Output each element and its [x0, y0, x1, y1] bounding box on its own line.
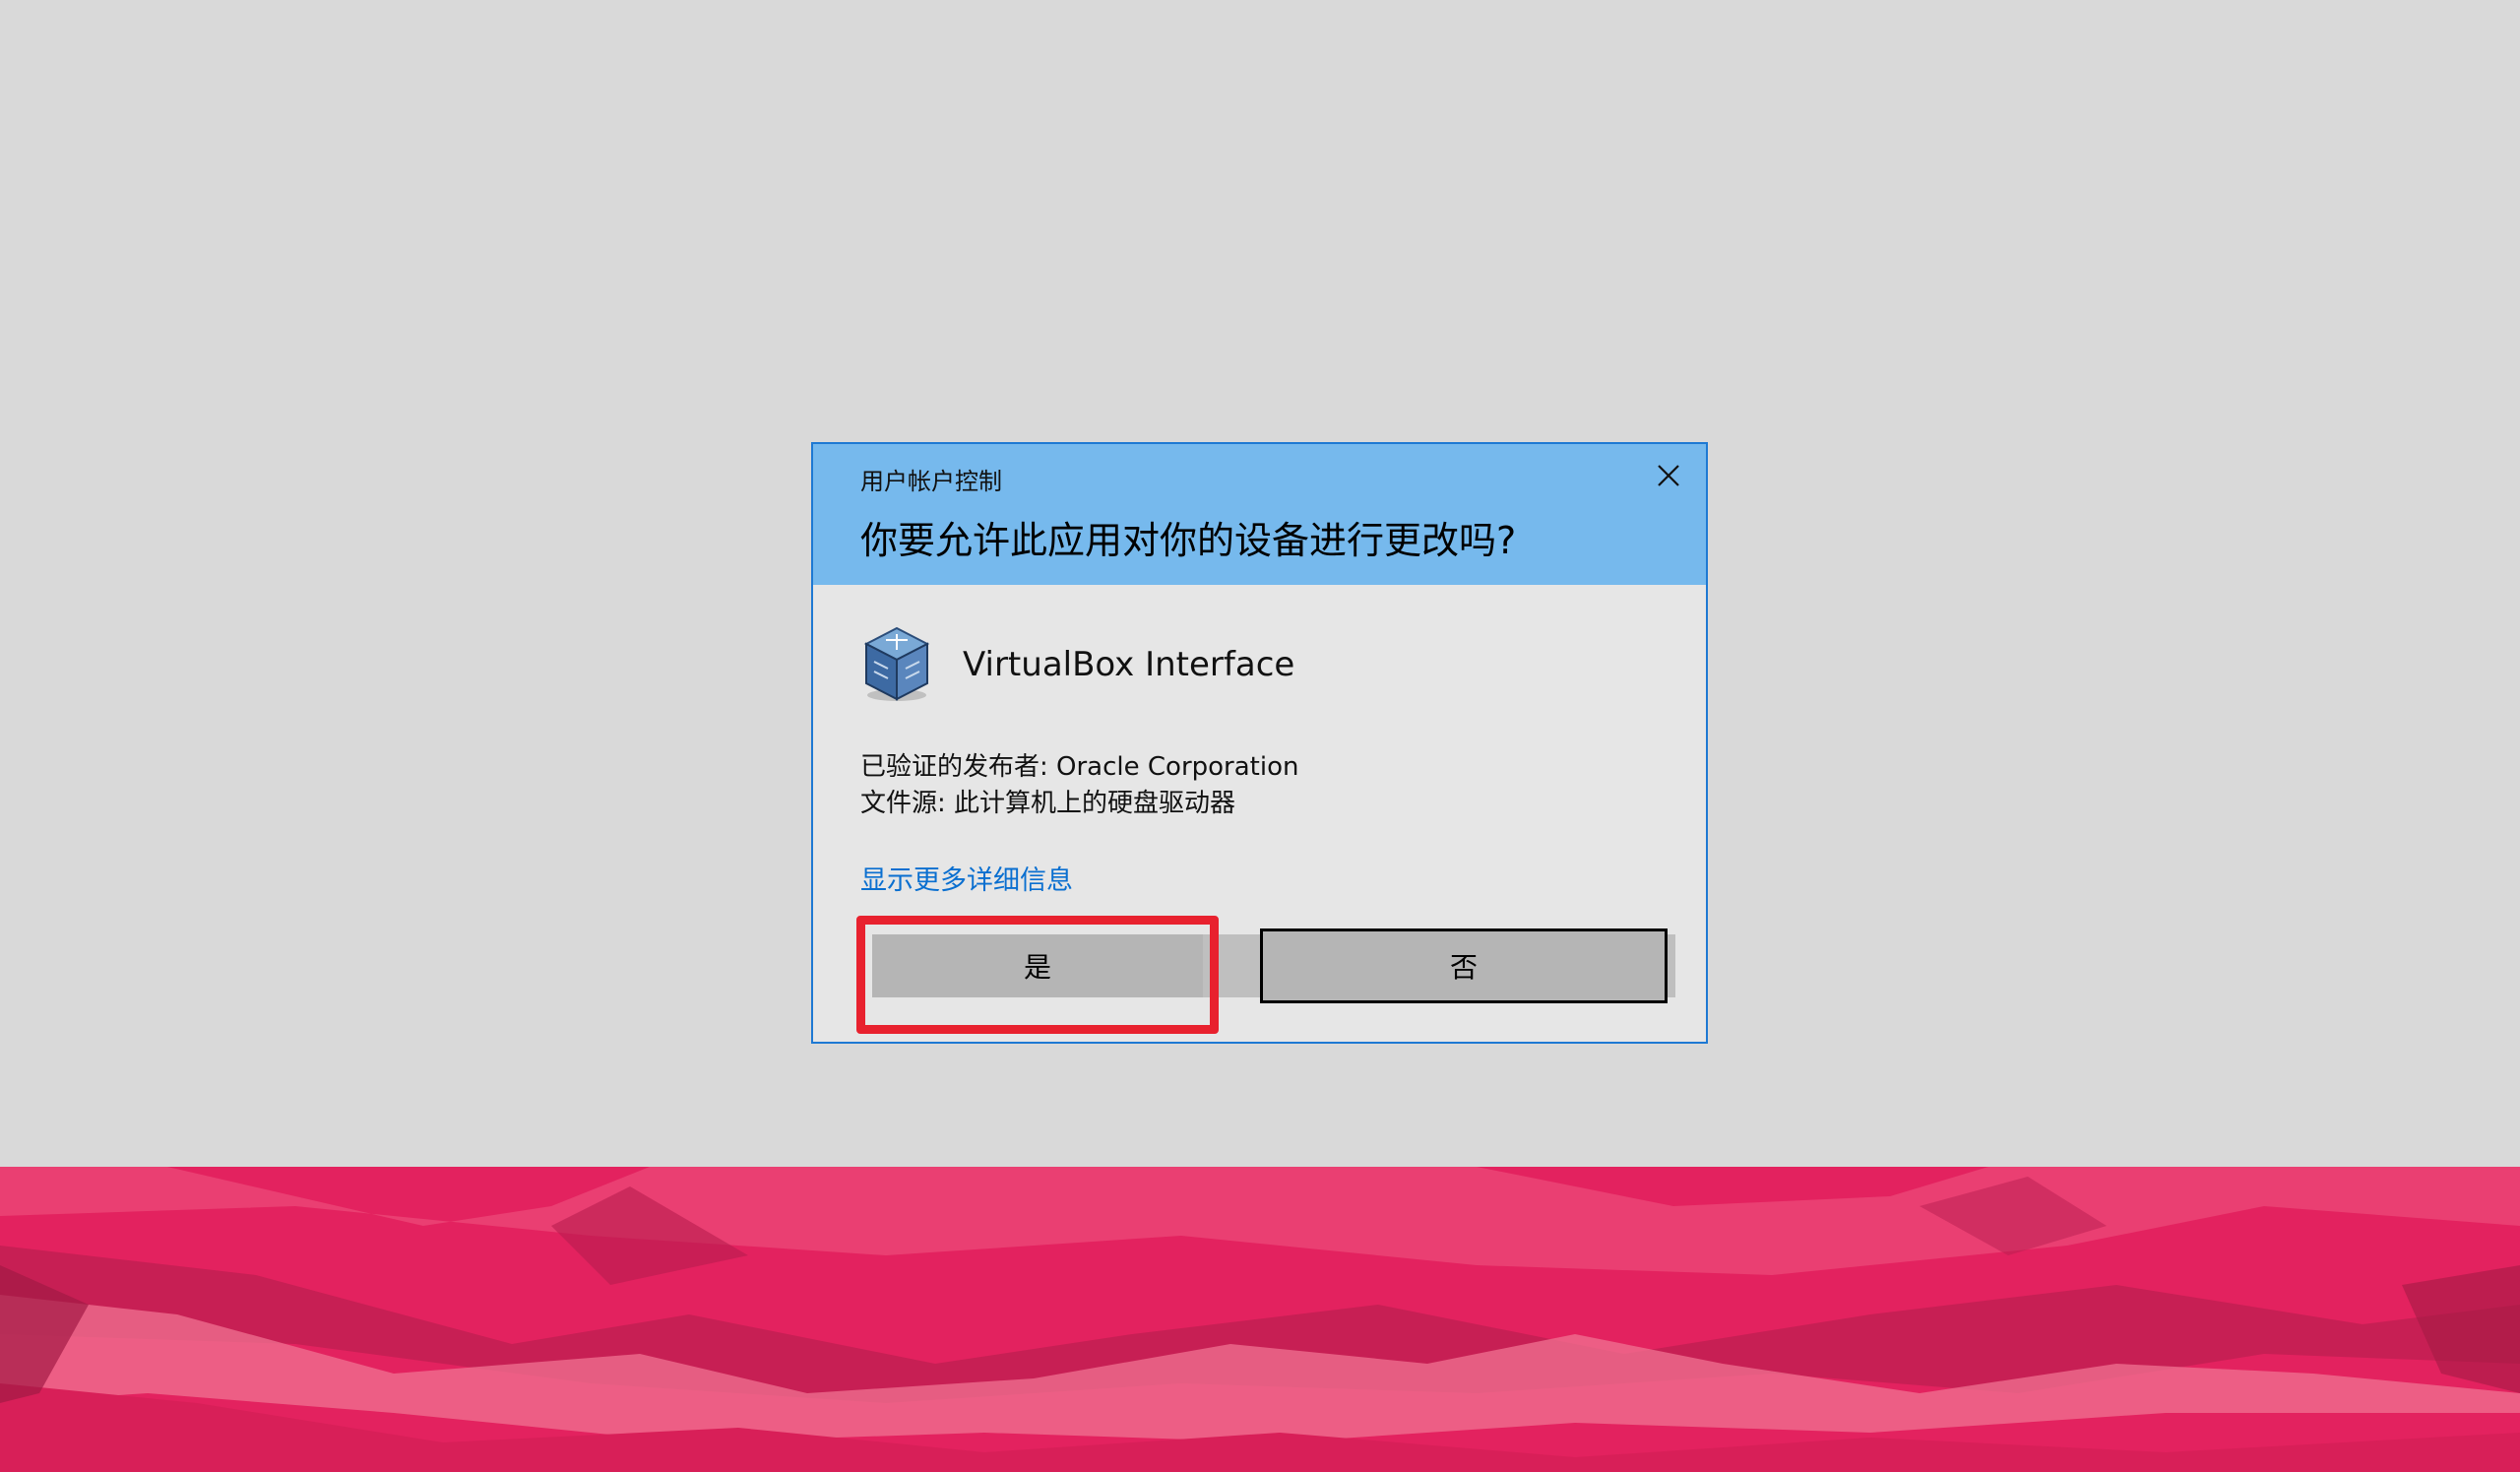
close-button[interactable]	[1640, 452, 1697, 499]
desktop-wallpaper	[0, 1167, 2520, 1472]
yes-button-label: 是	[1023, 951, 1051, 984]
app-name: VirtualBox Interface	[963, 645, 1295, 684]
no-button[interactable]: 否	[1260, 928, 1668, 1003]
file-source-line: 文件源: 此计算机上的硬盘驱动器	[860, 789, 1236, 818]
yes-button[interactable]: 是	[872, 934, 1203, 997]
window-title: 用户帐户控制	[860, 468, 1002, 495]
publisher-line: 已验证的发布者: Oracle Corporation	[860, 752, 1299, 782]
show-more-details-link[interactable]: 显示更多详细信息	[860, 859, 1073, 897]
dialog-header: 用户帐户控制 你要允许此应用对你的设备进行更改吗?	[813, 444, 1706, 585]
dialog-question: 你要允许此应用对你的设备进行更改吗?	[860, 519, 1517, 562]
virtualbox-cube-icon	[863, 626, 930, 701]
uac-dialog: 用户帐户控制 你要允许此应用对你的设备进行更改吗? VirtualBox Int…	[811, 442, 1708, 1044]
close-icon	[1658, 465, 1679, 486]
no-button-label: 否	[1449, 951, 1478, 984]
